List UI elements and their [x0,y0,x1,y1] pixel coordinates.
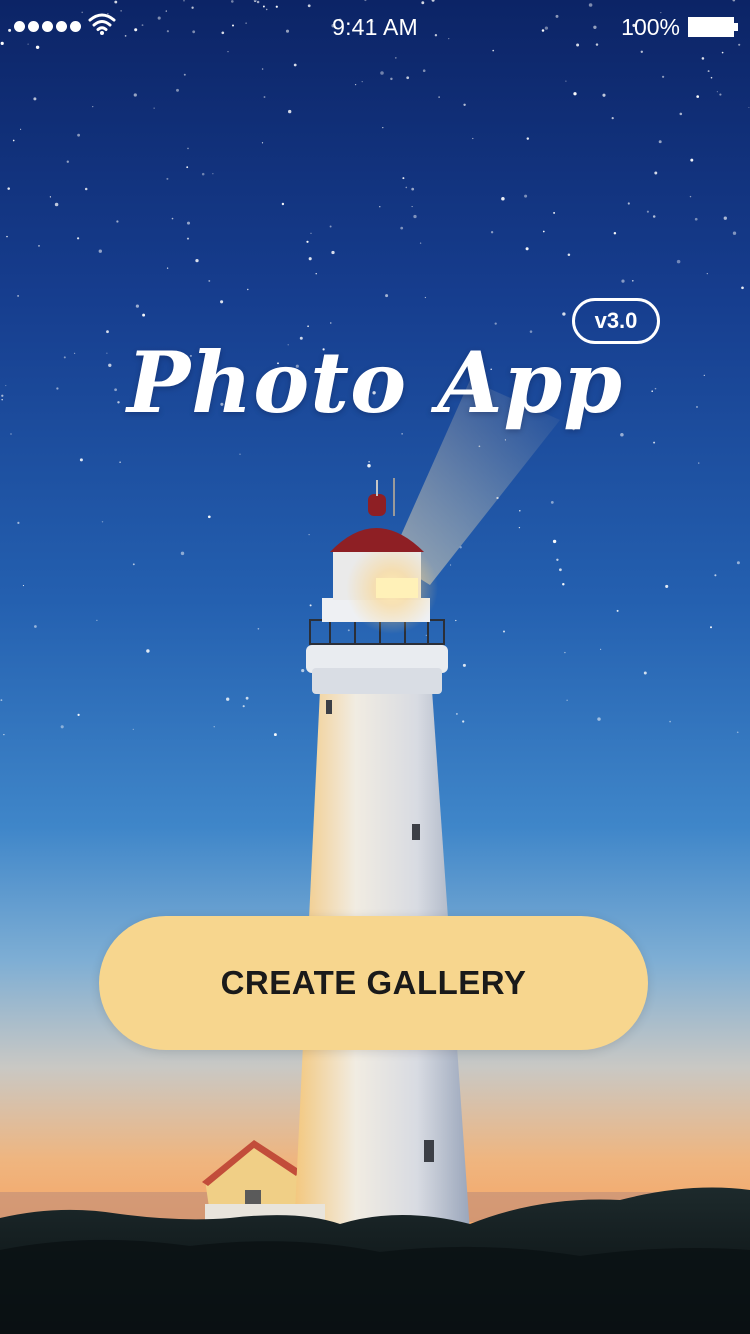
battery-icon [688,17,738,37]
app-title: Photo App [127,333,623,432]
battery-percentage: 100% [621,14,680,40]
create-gallery-button[interactable]: CREATE GALLERY [99,916,648,1050]
status-bar: 9:41 AM 100% [0,0,750,54]
lighthouse-background-image [0,0,750,1334]
splash-screen: 9:41 AM 100% v3.0 Photo App CREATE GALLE… [0,0,750,1334]
